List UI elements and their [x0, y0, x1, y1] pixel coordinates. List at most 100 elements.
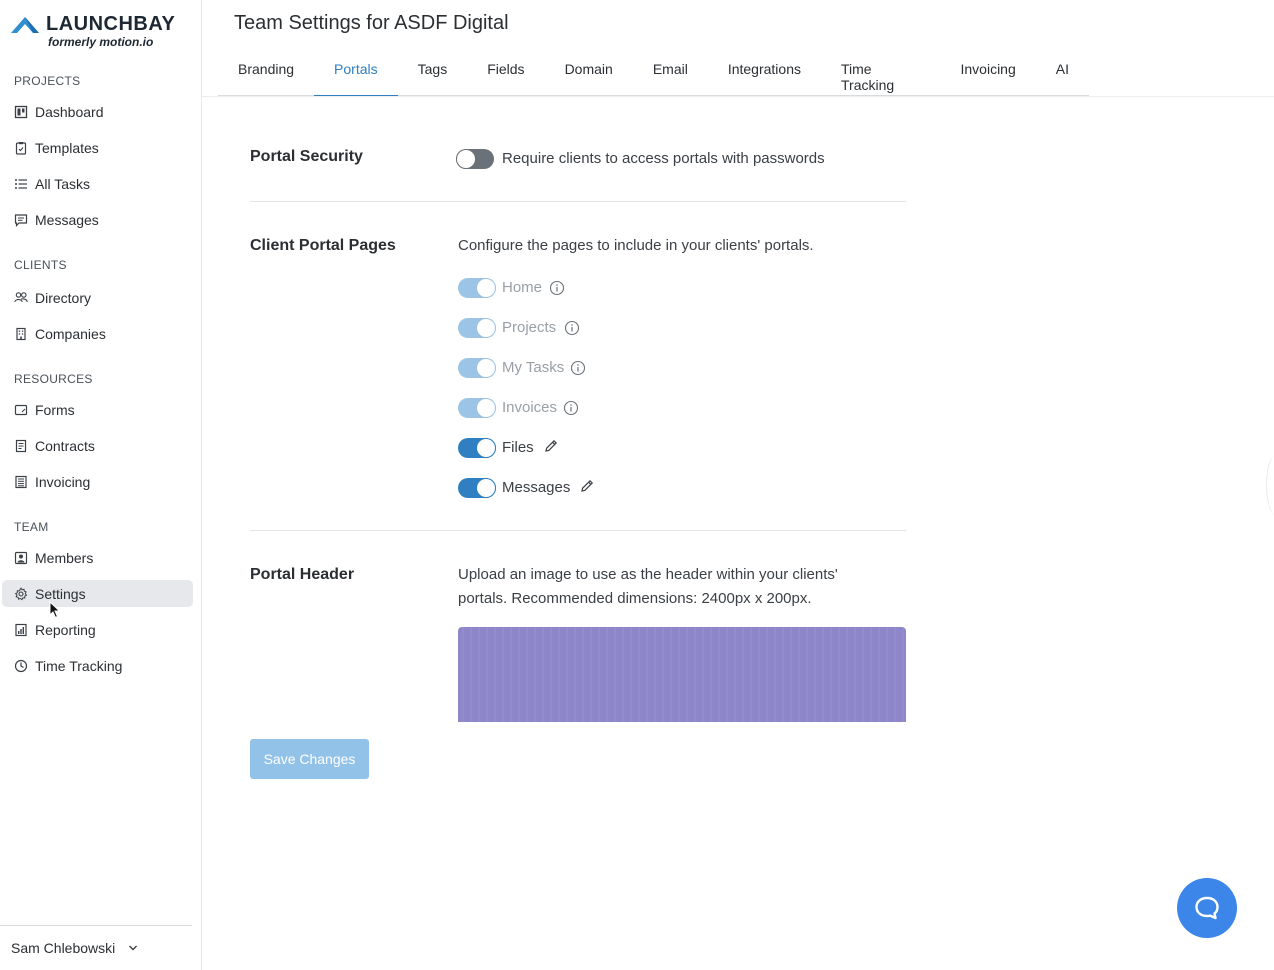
sidebar-item-label: Reporting	[35, 621, 96, 638]
logo-subtitle: formerly motion.io	[48, 35, 154, 49]
toggle-knob	[457, 150, 475, 168]
toggle-knob	[477, 359, 495, 377]
page-label-home: Home	[502, 279, 543, 296]
toggle-knob	[477, 479, 495, 497]
toggle-messages[interactable]	[458, 478, 496, 498]
page-label-invoices: Invoices	[502, 399, 558, 416]
info-icon[interactable]	[563, 400, 579, 416]
gear-icon	[14, 586, 28, 601]
tab-portals[interactable]: Portals	[314, 50, 398, 97]
toggle-knob	[477, 319, 495, 337]
page-title: Team Settings for ASDF Digital	[234, 12, 509, 34]
toggle-invoices[interactable]	[458, 398, 496, 418]
dashboard-icon	[14, 105, 28, 119]
toggle-projects[interactable]	[458, 318, 496, 338]
user-name: Sam Chlebowski	[11, 940, 116, 956]
section-label-clients: CLIENTS	[14, 258, 67, 272]
form-icon	[14, 403, 28, 417]
portal-password-label: Require clients to access portals with p…	[502, 150, 825, 167]
section-label-resources: RESOURCES	[14, 372, 93, 386]
sidebar-item-label: Companies	[35, 325, 106, 342]
portal-header-description-line1: Upload an image to use as the header wit…	[458, 566, 838, 583]
mouse-cursor-icon	[49, 601, 61, 619]
user-menu[interactable]: Sam Chlebowski	[0, 925, 192, 970]
page-label-messages: Messages	[502, 479, 571, 496]
portal-header-image[interactable]	[458, 627, 906, 722]
sidebar-item-directory[interactable]: Directory	[2, 284, 193, 311]
building-icon	[14, 327, 28, 341]
sidebar-item-label: Templates	[35, 139, 99, 156]
info-icon[interactable]	[549, 280, 565, 296]
sidebar-item-label: All Tasks	[35, 175, 90, 192]
sidebar-item-label: Dashboard	[35, 103, 104, 120]
logo-mark-icon	[11, 17, 39, 33]
sidebar-item-forms[interactable]: Forms	[2, 396, 193, 423]
message-icon	[14, 213, 28, 227]
tab-time-tracking[interactable]: Time Tracking	[821, 50, 941, 96]
client-portal-pages-description: Configure the pages to include in your c…	[458, 237, 814, 254]
tab-integrations[interactable]: Integrations	[708, 50, 821, 96]
sidebar-item-label: Contracts	[35, 437, 95, 454]
sidebar-item-label: Directory	[35, 289, 92, 306]
sidebar-item-templates[interactable]: Templates	[2, 134, 193, 161]
sidebar-item-contracts[interactable]: Contracts	[2, 432, 193, 459]
portal-security-title: Portal Security	[250, 148, 363, 165]
save-changes-button[interactable]: Save Changes	[250, 739, 369, 779]
help-chat-button[interactable]	[1177, 878, 1237, 938]
toggle-knob	[477, 399, 495, 417]
sidebar-item-settings[interactable]: Settings	[2, 580, 193, 607]
member-icon	[14, 551, 28, 565]
sidebar-item-label: Time Tracking	[35, 657, 123, 674]
section-divider	[250, 201, 906, 202]
list-icon	[14, 177, 28, 191]
toggle-files[interactable]	[458, 438, 496, 458]
sidebar-item-label: Invoicing	[35, 473, 91, 490]
toggle-home[interactable]	[458, 278, 496, 298]
toggle-knob	[477, 439, 495, 457]
sidebar-item-invoicing[interactable]: Invoicing	[2, 468, 193, 495]
portal-header-title: Portal Header	[250, 566, 355, 583]
info-icon[interactable]	[570, 360, 586, 376]
toggle-my-tasks[interactable]	[458, 358, 496, 378]
report-icon	[14, 623, 28, 637]
tab-ai[interactable]: AI	[1036, 50, 1089, 96]
sidebar-item-all-tasks[interactable]: All Tasks	[2, 170, 193, 197]
toggle-knob	[477, 279, 495, 297]
sidebar: LAUNCHBAY formerly motion.io PROJECTS Da…	[0, 0, 202, 970]
logo[interactable]: LAUNCHBAY formerly motion.io	[10, 12, 180, 52]
page-label-files: Files	[502, 439, 534, 456]
client-portal-pages-title: Client Portal Pages	[250, 237, 396, 254]
people-icon	[14, 291, 28, 305]
edge-decoration	[1266, 455, 1274, 515]
sidebar-item-companies[interactable]: Companies	[2, 320, 193, 347]
sidebar-item-label: Settings	[35, 585, 86, 602]
pencil-icon[interactable]	[579, 478, 595, 494]
pencil-icon[interactable]	[543, 438, 559, 454]
sidebar-item-label: Members	[35, 549, 94, 566]
tab-invoicing[interactable]: Invoicing	[941, 50, 1036, 96]
info-icon[interactable]	[564, 320, 580, 336]
section-label-team: TEAM	[14, 520, 49, 534]
sidebar-item-members[interactable]: Members	[2, 544, 193, 571]
section-label-projects: PROJECTS	[14, 74, 81, 88]
sidebar-item-reporting[interactable]: Reporting	[2, 616, 193, 643]
portal-password-toggle[interactable]	[456, 149, 494, 169]
sidebar-item-label: Messages	[35, 211, 99, 228]
sidebar-item-messages[interactable]: Messages	[2, 206, 193, 233]
chat-bubble-icon	[1195, 896, 1219, 920]
sidebar-item-dashboard[interactable]: Dashboard	[2, 98, 193, 125]
tab-tags[interactable]: Tags	[398, 50, 468, 96]
portal-header-description-line2: portals. Recommended dimensions: 2400px …	[458, 590, 812, 607]
logo-text: LAUNCHBAY	[46, 13, 176, 35]
sidebar-item-time-tracking[interactable]: Time Tracking	[2, 652, 193, 679]
chevron-down-icon	[129, 945, 138, 951]
page-label-projects: Projects	[502, 319, 557, 336]
tab-branding[interactable]: Branding	[218, 50, 314, 96]
sidebar-item-label: Forms	[35, 401, 75, 418]
clock-icon	[14, 659, 28, 673]
tab-fields[interactable]: Fields	[467, 50, 544, 96]
template-icon	[14, 141, 28, 155]
tab-domain[interactable]: Domain	[545, 50, 633, 96]
section-divider	[250, 530, 906, 531]
tab-email[interactable]: Email	[633, 50, 708, 96]
